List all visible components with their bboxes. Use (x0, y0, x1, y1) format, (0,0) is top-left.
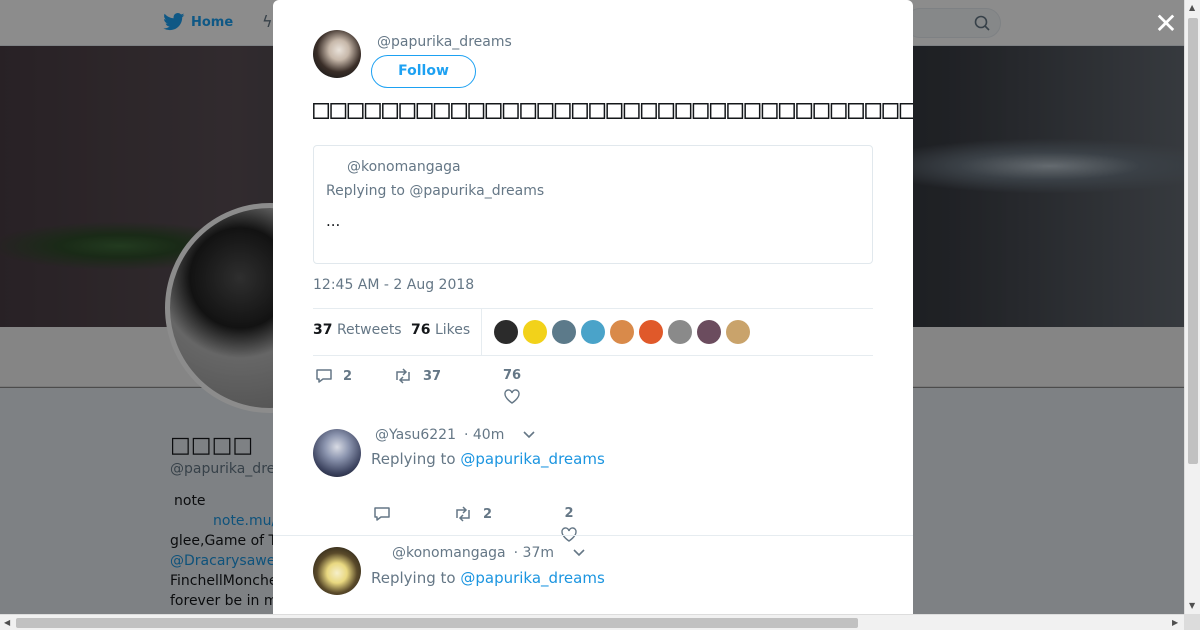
reply-avatar[interactable] (313, 547, 361, 595)
retweets-count: 37 (313, 322, 333, 338)
chevron-down-icon[interactable] (572, 548, 586, 558)
like-count: 2 (564, 506, 574, 521)
replying-to-label: Replying to (371, 450, 456, 468)
reply-time[interactable]: · 37m (514, 545, 554, 561)
reply-icon (374, 507, 390, 521)
retweet-count: 2 (483, 506, 493, 522)
scroll-up-icon[interactable]: ▲ (1189, 3, 1195, 12)
liker-avatar[interactable] (494, 320, 518, 344)
scrollbar-corner (1184, 614, 1200, 630)
liker-avatars (494, 320, 750, 344)
reply-avatar[interactable] (313, 429, 361, 477)
quoted-tweet-handle[interactable]: @konomangaga (347, 159, 461, 175)
follow-button[interactable]: Follow (371, 55, 476, 88)
reply-context: Replying to @papurika_dreams (371, 569, 605, 587)
close-modal-button[interactable]: ✕ (1152, 10, 1180, 38)
quoted-tweet-replying: Replying to @papurika_dreams (326, 183, 545, 199)
horizontal-scroll-thumb[interactable] (16, 618, 858, 628)
quoted-tweet[interactable]: @konomangaga Replying to @papurika_dream… (313, 145, 873, 264)
tweet-text: □□□□□□□□□□□□□□□□□□□□□□□□□□□□□□□□□□□□□□□□… (313, 94, 913, 125)
liker-avatar[interactable] (610, 320, 634, 344)
scroll-down-icon[interactable]: ▼ (1189, 601, 1195, 610)
reply-actions: 2 2 (371, 506, 771, 542)
vertical-scrollbar[interactable]: ▲ ▼ (1184, 0, 1200, 614)
reply-header: @konomangaga · 37m (392, 545, 586, 561)
likes-count: 76 (411, 322, 431, 338)
reply-tweet[interactable]: @konomangaga · 37m Replying to @papurika… (273, 535, 913, 614)
replying-to-label: Replying to (371, 569, 456, 587)
likes-label: Likes (434, 322, 471, 338)
vertical-scroll-thumb[interactable] (1188, 18, 1198, 464)
chevron-down-icon[interactable] (522, 430, 536, 440)
author-avatar[interactable] (313, 30, 361, 78)
retweet-icon (396, 368, 410, 384)
liker-avatar[interactable] (668, 320, 692, 344)
liker-avatar[interactable] (552, 320, 576, 344)
tweet-timestamp[interactable]: 12:45 AM - 2 Aug 2018 (313, 277, 474, 293)
retweets-stat[interactable]: 37 Retweets (313, 322, 402, 338)
replying-to-link[interactable]: @papurika_dreams (460, 569, 604, 587)
tweet-stats: 37 Retweets 76 Likes (313, 308, 873, 356)
stats-divider (481, 309, 482, 355)
reply-button[interactable]: 2 (315, 368, 352, 384)
reply-handle[interactable]: @Yasu6221 (375, 427, 456, 443)
heart-icon (504, 389, 520, 404)
liker-avatar[interactable] (697, 320, 721, 344)
liker-avatar[interactable] (523, 320, 547, 344)
reply-handle[interactable]: @konomangaga (392, 545, 506, 561)
retweet-count: 37 (423, 368, 442, 384)
retweet-button[interactable]: 2 (453, 506, 492, 522)
reply-button[interactable] (373, 506, 401, 522)
retweet-button[interactable]: 37 (393, 368, 441, 384)
reply-tweet[interactable]: @Yasu6221 · 40m Replying to @papurika_dr… (273, 418, 913, 542)
reply-count: 2 (343, 368, 353, 384)
tweet-actions: 2 37 76 (313, 366, 873, 416)
retweets-label: Retweets (336, 322, 402, 338)
retweet-icon (456, 506, 470, 522)
replying-to-link[interactable]: @papurika_dreams (460, 450, 604, 468)
liker-avatar[interactable] (639, 320, 663, 344)
reply-header: @Yasu6221 · 40m (375, 427, 536, 443)
tweet-modal: @papurika_dreams Follow □□□□□□□□□□□□□□□□… (273, 0, 913, 614)
like-button[interactable]: 76 (503, 368, 521, 404)
likes-stat[interactable]: 76 Likes (411, 322, 470, 338)
scroll-right-icon[interactable]: ▶ (1172, 618, 1178, 627)
reply-context: Replying to @papurika_dreams (371, 450, 605, 468)
quoted-tweet-body: ... (326, 212, 341, 230)
liker-avatar[interactable] (726, 320, 750, 344)
like-count: 76 (503, 368, 522, 383)
scroll-left-icon[interactable]: ◀ (4, 618, 10, 627)
liker-avatar[interactable] (581, 320, 605, 344)
author-handle[interactable]: @papurika_dreams (377, 34, 512, 50)
horizontal-scrollbar[interactable]: ◀ ▶ (0, 614, 1184, 630)
reply-time[interactable]: · 40m (464, 427, 504, 443)
reply-icon (316, 369, 332, 383)
